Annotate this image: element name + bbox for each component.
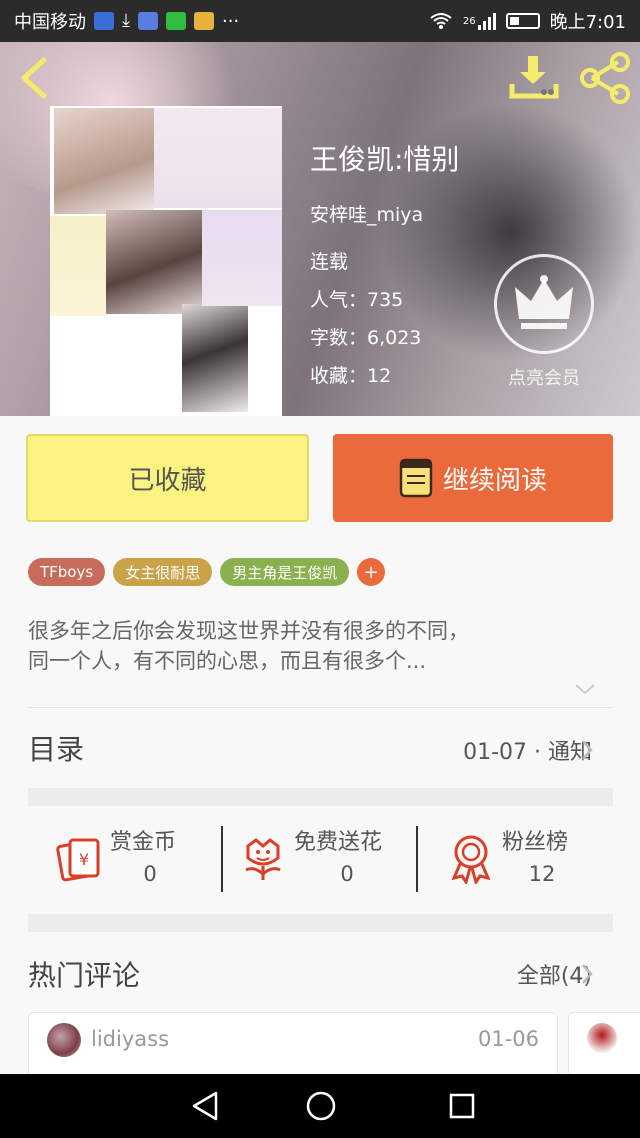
book-author[interactable]: 安梓哇_miya xyxy=(310,200,423,227)
vip-badge[interactable] xyxy=(494,254,594,354)
medal-icon xyxy=(451,835,491,884)
nav-back-icon[interactable] xyxy=(190,1090,220,1122)
free-flowers-stat[interactable]: 免费送花 0 xyxy=(294,824,400,894)
add-tag-button[interactable]: + xyxy=(357,558,386,586)
reward-label: 赏金币 xyxy=(110,830,177,855)
cover-photo-2 xyxy=(106,210,202,314)
more-notifications-icon: ··· xyxy=(221,10,240,32)
toc-title[interactable]: 目录 xyxy=(28,728,84,768)
book-favorites: 收藏：12 xyxy=(310,365,392,387)
battery-icon xyxy=(505,13,540,29)
book-popularity: 人气：735 xyxy=(310,289,404,311)
nav-recent-icon[interactable] xyxy=(448,1092,476,1120)
chevron-down-icon[interactable] xyxy=(574,682,596,696)
system-nav-bar xyxy=(0,1074,640,1138)
chevron-right-icon[interactable] xyxy=(580,738,594,762)
carrier-label: 中国移动 xyxy=(14,12,86,33)
cover-photo-1 xyxy=(54,108,154,214)
book-description[interactable]: 很多年之后你会发现这世界并没有很多的不同， 同一个人，有不同的心思，而且有很多个… xyxy=(28,616,608,676)
fans-label: 粉丝榜 xyxy=(502,830,569,855)
game-app-icon xyxy=(193,12,214,30)
comment-username[interactable]: lidiyass xyxy=(91,1027,169,1051)
book-header: 王俊凯:惜别 安梓哇_miya 连载 人气：735 字数：6,023 收藏：12… xyxy=(0,42,640,416)
flowers-label: 免费送花 xyxy=(294,830,383,855)
share-icon[interactable] xyxy=(578,52,632,104)
cover-photo-3 xyxy=(182,304,248,412)
tag-hero[interactable]: 男主角是王俊凯 xyxy=(220,558,350,586)
tag-heroine[interactable]: 女主很耐思 xyxy=(113,558,213,586)
continue-reading-button[interactable]: 继续阅读 xyxy=(333,434,613,522)
crown-icon xyxy=(515,275,573,329)
download-icon[interactable] xyxy=(508,54,560,102)
book-word-count: 字数：6,023 xyxy=(310,327,422,349)
back-icon[interactable] xyxy=(14,56,54,100)
signal-icon xyxy=(477,12,496,30)
clock: 晚上7:01 xyxy=(549,12,626,33)
red-envelope-icon: ¥ xyxy=(56,838,100,882)
book-cover[interactable] xyxy=(50,106,282,416)
book-icon xyxy=(399,458,433,498)
avatar[interactable] xyxy=(47,1023,81,1057)
download-status-icon: ⤓ xyxy=(122,10,130,31)
nav-home-icon[interactable] xyxy=(305,1090,337,1122)
comment-date: 01-06 xyxy=(477,1027,539,1051)
continue-reading-label: 继续阅读 xyxy=(442,465,547,496)
fans-value: 12 xyxy=(528,862,556,886)
tag-list: TFboys 女主很耐思 男主角是王俊凯 + xyxy=(28,558,386,586)
book-title: 王俊凯:惜别 xyxy=(310,143,460,176)
network-type-label: 26 xyxy=(462,15,476,27)
tag-tfboys[interactable]: TFboys xyxy=(28,558,106,586)
fan-ranking-stat[interactable]: 粉丝榜 12 xyxy=(502,824,582,894)
book-detail-body: 已收藏 继续阅读 TFboys 女主很耐思 男主角是王俊凯 + 很多年之后你会发… xyxy=(0,416,640,1092)
flower-icon xyxy=(245,838,281,880)
iqiyi-app-icon xyxy=(165,12,186,30)
svg-text:¥: ¥ xyxy=(79,850,89,869)
collect-button[interactable]: 已收藏 xyxy=(26,434,309,522)
avatar[interactable] xyxy=(587,1023,617,1053)
reward-value: 0 xyxy=(143,862,157,886)
chevron-right-icon[interactable] xyxy=(580,962,594,986)
vip-label[interactable]: 点亮会员 xyxy=(494,364,594,390)
status-bar: 中国移动 ⤓ ··· 26 晚上7:01 xyxy=(0,0,640,42)
play-app-icon xyxy=(137,12,158,30)
reward-coins-stat[interactable]: 赏金币 0 xyxy=(110,824,190,894)
hot-comments-title: 热门评论 xyxy=(28,959,141,992)
paw-app-icon xyxy=(94,12,114,30)
book-status: 连载 xyxy=(310,251,349,273)
toc-latest-chapter[interactable]: 01-07 · 通知 xyxy=(463,734,592,766)
flowers-value: 0 xyxy=(340,862,354,886)
wifi-icon xyxy=(430,13,452,29)
